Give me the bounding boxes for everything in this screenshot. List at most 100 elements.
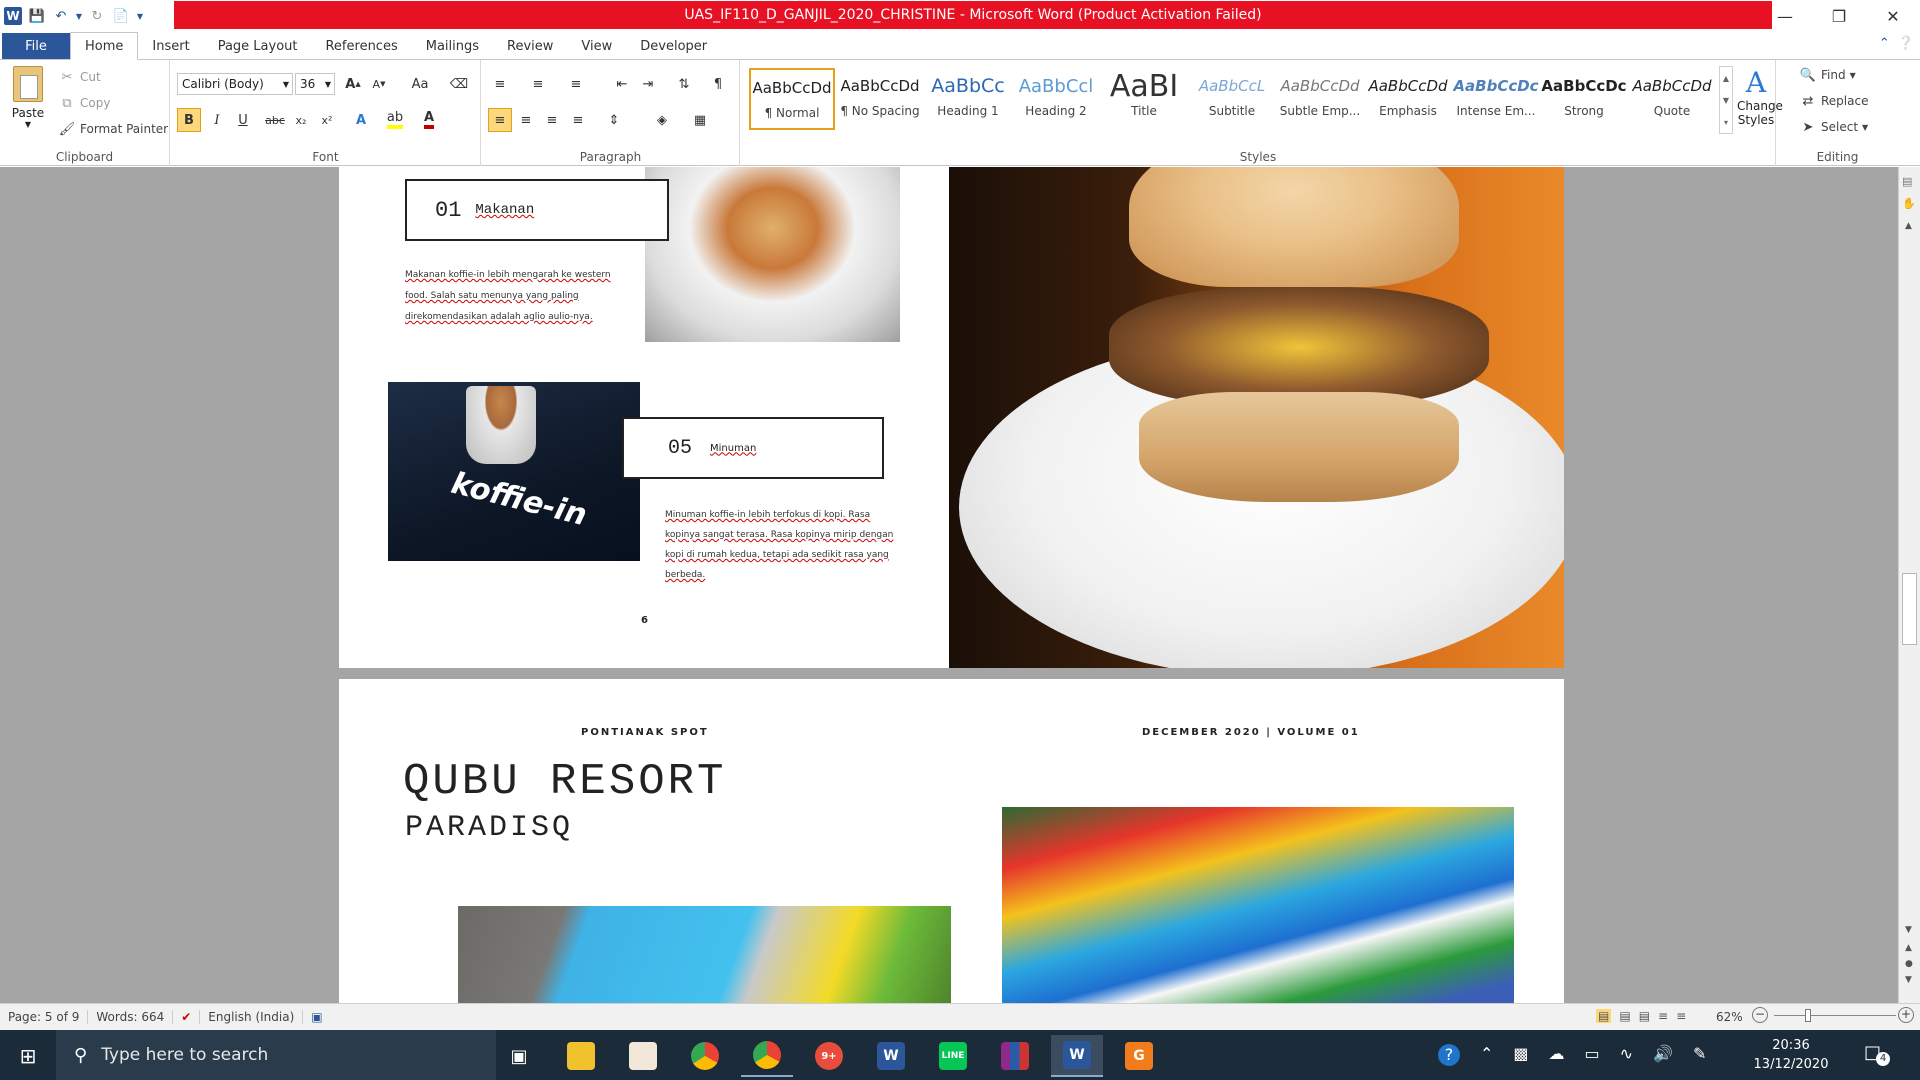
replace-button[interactable]: ⇄ Replace (1799, 90, 1869, 112)
font-size-combo[interactable]: 36 ▼ (295, 73, 335, 95)
text-effects-icon[interactable]: A (349, 108, 373, 132)
previous-page-icon[interactable]: ▲ (1905, 943, 1912, 953)
save-icon[interactable]: 💾 (26, 5, 48, 27)
word-count[interactable]: Words: 664 (88, 1010, 174, 1024)
italic-button[interactable]: I (205, 108, 229, 132)
winrar-button[interactable] (989, 1035, 1041, 1077)
orange-app-button[interactable]: G (1113, 1035, 1165, 1077)
find-button[interactable]: 🔍 Find ▼ (1799, 64, 1856, 86)
multilevel-list-icon[interactable]: ≡ (564, 72, 588, 96)
language-indicator[interactable]: English (India) (200, 1010, 304, 1024)
word-taskbar-button[interactable]: W (865, 1035, 917, 1077)
style-heading-2[interactable]: AaBbCcl Heading 2 (1013, 68, 1099, 130)
format-painter-button[interactable]: 🖌 Format Painter (58, 118, 168, 140)
style-quote[interactable]: AaBbCcDd Quote (1629, 68, 1715, 130)
new-document-icon[interactable]: 📄 (110, 5, 132, 27)
outline-icon[interactable]: ≡ (1658, 1009, 1668, 1023)
ruler-toggle-icon[interactable]: ▤ (1902, 175, 1912, 188)
minimize-button[interactable]: — (1758, 0, 1812, 32)
copy-button[interactable]: ⧉ Copy (58, 92, 110, 114)
scroll-thumb[interactable] (1902, 573, 1917, 645)
redo-icon[interactable]: ↻ (86, 5, 108, 27)
font-color-button[interactable]: A (417, 108, 441, 132)
clock[interactable]: 20:36 13/12/2020 (1752, 1036, 1830, 1074)
draft-icon[interactable]: ≡ (1676, 1009, 1686, 1023)
style-subtitle[interactable]: AaBbCcL Subtitle (1189, 68, 1275, 130)
help-icon[interactable]: ❔ (1898, 36, 1914, 51)
change-case-button[interactable]: Aa (405, 72, 435, 96)
tab-mailings[interactable]: Mailings (412, 33, 493, 59)
strikethrough-button[interactable]: abc (263, 108, 287, 132)
style-strong[interactable]: AaBbCcDc Strong (1541, 68, 1627, 130)
style-heading-1[interactable]: AaBbCc Heading 1 (925, 68, 1011, 130)
paste-button[interactable]: Paste ▼ (8, 66, 48, 129)
tab-insert[interactable]: Insert (138, 33, 203, 59)
change-styles-button[interactable]: A Change Styles (1737, 66, 1783, 127)
zoom-slider[interactable] (1774, 1015, 1896, 1016)
next-page-icon[interactable]: ▼ (1905, 975, 1912, 985)
web-layout-icon[interactable]: ▤ (1639, 1009, 1650, 1023)
full-screen-reading-icon[interactable]: ▤ (1619, 1009, 1630, 1023)
task-view-button[interactable]: ▣ (493, 1035, 545, 1077)
battery-icon[interactable]: ▭ (1585, 1044, 1600, 1066)
hand-icon[interactable]: ✋ (1902, 197, 1916, 210)
decrease-indent-icon[interactable]: ⇤ (610, 72, 634, 96)
style-no-spacing[interactable]: AaBbCcDd ¶ No Spacing (837, 68, 923, 130)
tab-home[interactable]: Home (70, 32, 139, 60)
tab-file[interactable]: File (2, 33, 70, 59)
customize-qat-icon[interactable]: ▼ (134, 5, 146, 27)
tab-references[interactable]: References (311, 33, 411, 59)
style-normal[interactable]: AaBbCcDd ¶ Normal (749, 68, 835, 130)
word-app-icon[interactable]: W (2, 5, 24, 27)
document-area[interactable]: 01 Makanan Makanan koffie-in lebih menga… (0, 167, 1898, 1003)
pilcrow-icon[interactable]: ¶ (706, 72, 730, 96)
pinned-app-button[interactable] (617, 1035, 669, 1077)
grow-font-button[interactable]: A ▲ (341, 72, 365, 96)
chrome-profile-button[interactable] (741, 1035, 793, 1077)
print-layout-icon[interactable]: ▤ (1596, 1009, 1612, 1023)
tab-page-layout[interactable]: Page Layout (204, 33, 312, 59)
style-emphasis[interactable]: AaBbCcDd Emphasis (1365, 68, 1451, 130)
style-title[interactable]: AaBI Title (1101, 68, 1187, 130)
vertical-scrollbar[interactable]: ▤ ✋ ▲ ▼ ▲ ● ▼ (1898, 167, 1920, 1003)
cut-button[interactable]: ✂ Cut (58, 66, 101, 88)
align-right-icon[interactable]: ≡ (540, 108, 564, 132)
sort-icon[interactable]: ⇅ (672, 72, 696, 96)
style-intense-emphasis[interactable]: AaBbCcDc Intense Em... (1453, 68, 1539, 130)
help-tray-icon[interactable]: ? (1438, 1044, 1460, 1066)
font-name-combo[interactable]: Calibri (Body) ▼ (177, 73, 293, 95)
wifi-icon[interactable]: ∿ (1620, 1044, 1633, 1066)
shrink-font-button[interactable]: A ▼ (367, 72, 391, 96)
zoom-slider-thumb[interactable] (1805, 1009, 1811, 1022)
style-subtle-emphasis[interactable]: AaBbCcDd Subtle Emp... (1277, 68, 1363, 130)
cloud-icon[interactable]: ☁ (1549, 1044, 1565, 1066)
line-button[interactable]: LINE (927, 1035, 979, 1077)
shading-icon[interactable]: ◈ (650, 108, 674, 132)
zoom-in-icon[interactable]: + (1898, 1007, 1914, 1023)
align-left-icon[interactable]: ≡ (488, 108, 512, 132)
undo-icon[interactable]: ↶ (50, 5, 72, 27)
line-spacing-icon[interactable]: ⇕ (602, 108, 626, 132)
tab-review[interactable]: Review (493, 33, 567, 59)
macro-record-icon[interactable]: ▣ (303, 1010, 330, 1024)
zoom-level[interactable]: 62% (1716, 1010, 1743, 1024)
show-hidden-icons-icon[interactable]: ⌃ (1480, 1044, 1493, 1066)
numbering-icon[interactable]: ≡ (526, 72, 550, 96)
subscript-button[interactable]: x₂ (289, 108, 313, 132)
increase-indent-icon[interactable]: ⇥ (636, 72, 660, 96)
borders-icon[interactable]: ▦ (688, 108, 712, 132)
highlight-button[interactable]: ab (383, 108, 407, 132)
chrome-notification-button[interactable]: 9+ (803, 1035, 855, 1077)
restore-button[interactable]: ❐ (1812, 0, 1866, 32)
camera-icon[interactable]: ▩ (1513, 1044, 1528, 1066)
superscript-button[interactable]: x² (315, 108, 339, 132)
underline-button[interactable]: U (231, 108, 255, 132)
bullets-icon[interactable]: ≡ (488, 72, 512, 96)
align-center-icon[interactable]: ≡ (514, 108, 538, 132)
styles-gallery-scroll[interactable]: ▲ ▼ ▾ (1719, 66, 1733, 134)
undo-dropdown-icon[interactable]: ▼ (74, 5, 84, 27)
taskbar-search-box[interactable]: ⚲ Type here to search (56, 1030, 496, 1080)
zoom-out-icon[interactable]: − (1752, 1007, 1768, 1023)
pen-icon[interactable]: ✎ (1693, 1044, 1706, 1066)
justify-icon[interactable]: ≡ (566, 108, 590, 132)
